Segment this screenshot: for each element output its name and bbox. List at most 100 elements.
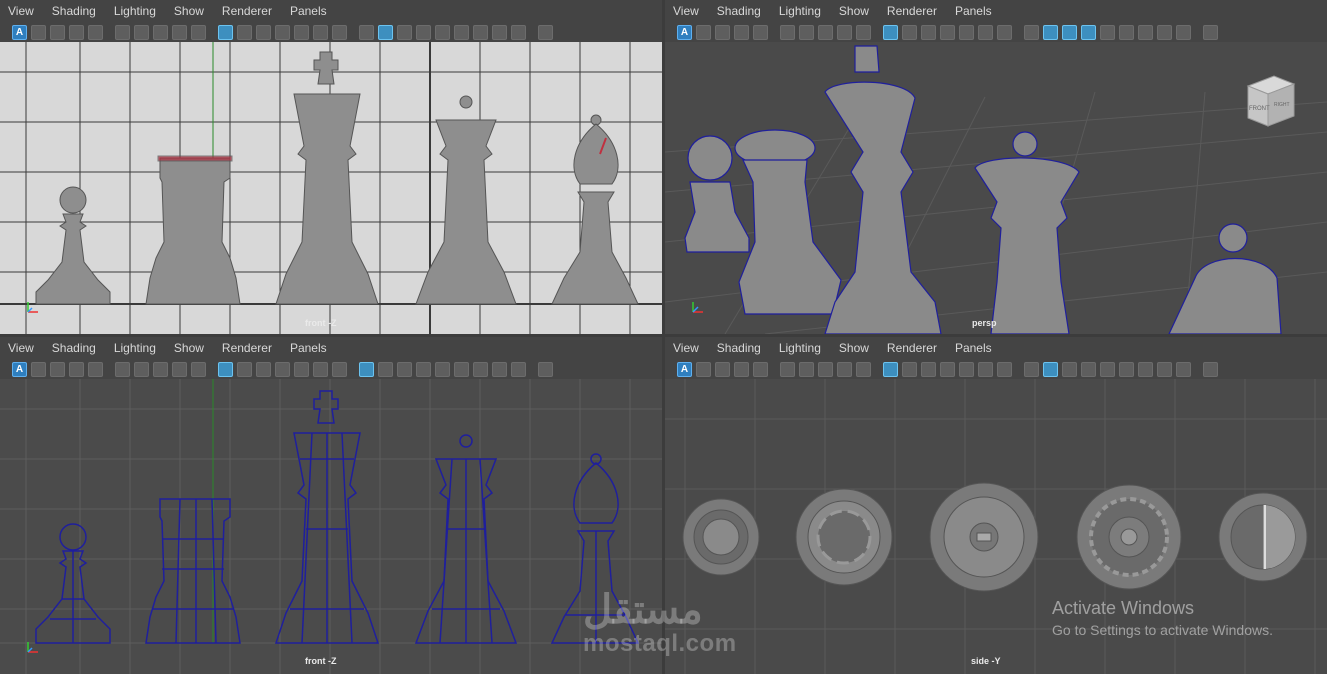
smooth-shade-icon[interactable] [1043,24,1058,40]
bookmark-icon[interactable] [715,24,730,40]
queen-piece[interactable] [414,434,518,644]
bookmark-add-icon[interactable] [818,24,833,40]
menu-view[interactable]: View [8,341,34,355]
safe-title-icon[interactable] [997,361,1012,377]
motion-blur-icon[interactable] [492,361,507,377]
safe-action-icon[interactable] [978,24,993,40]
lights-icon[interactable] [435,24,450,40]
smooth-shade-icon[interactable] [1043,361,1058,377]
shadows-icon[interactable] [454,361,469,377]
bookmark-icon[interactable] [50,24,65,40]
field-chart-icon[interactable] [959,361,974,377]
film-gate-icon[interactable] [902,361,917,377]
menu-show[interactable]: Show [174,4,204,18]
rook-piece[interactable] [734,129,842,315]
menu-panels[interactable]: Panels [955,4,992,18]
select-camera-icon[interactable]: A [12,361,27,377]
camera-attributes-icon[interactable] [696,24,711,40]
motion-blur-icon[interactable] [492,24,507,40]
snapshot-icon[interactable] [799,361,814,377]
safe-title-icon[interactable] [332,24,347,40]
field-chart-icon[interactable] [294,24,309,40]
2d-pan-zoom-icon[interactable] [753,361,768,377]
pawn-piece[interactable] [35,186,111,305]
grid-icon[interactable] [883,361,898,377]
bookmark-icon[interactable] [715,361,730,377]
bookmark-add-icon[interactable] [153,361,168,377]
wireframe-on-shaded-icon[interactable] [397,24,412,40]
xray-icon[interactable] [1081,361,1096,377]
wireframe-icon[interactable] [359,361,374,377]
grid-icon[interactable] [218,361,233,377]
safe-title-icon[interactable] [332,361,347,377]
pencil-icon[interactable] [856,24,871,40]
snapshot-icon[interactable] [134,24,149,40]
image-plane-icon[interactable] [734,361,749,377]
hud-icon[interactable] [1203,361,1218,377]
lights-icon[interactable] [1100,24,1115,40]
menu-panels[interactable]: Panels [290,341,327,355]
safe-action-icon[interactable] [313,24,328,40]
select-camera-icon[interactable]: A [12,24,27,40]
bookmark-add-icon[interactable] [818,361,833,377]
viewport-front-shaded[interactable]: View Shading Lighting Show Renderer Pane… [0,0,662,334]
menu-show[interactable]: Show [839,341,869,355]
camera-attributes-icon[interactable] [31,361,46,377]
xray-icon[interactable] [416,24,431,40]
menu-shading[interactable]: Shading [717,4,761,18]
select-camera-icon[interactable]: A [677,361,692,377]
film-gate-icon[interactable] [237,24,252,40]
menu-renderer[interactable]: Renderer [887,4,937,18]
field-chart-icon[interactable] [294,361,309,377]
menu-renderer[interactable]: Renderer [222,4,272,18]
image-plane-icon[interactable] [734,24,749,40]
pencil-icon[interactable] [191,24,206,40]
safe-title-icon[interactable] [997,24,1012,40]
bookmark-add-icon[interactable] [153,24,168,40]
wireframe-icon[interactable] [359,24,374,40]
menu-lighting[interactable]: Lighting [114,4,156,18]
image-plane-icon[interactable] [69,24,84,40]
menu-lighting[interactable]: Lighting [779,341,821,355]
grid-icon[interactable] [883,24,898,40]
image-plane-toggle-icon[interactable] [172,24,187,40]
gate-mask-icon[interactable] [275,361,290,377]
shadows-icon[interactable] [1119,24,1134,40]
viewport-canvas[interactable]: FRONT RIGHT persp [665,42,1327,334]
hud-icon[interactable] [538,361,553,377]
menu-lighting[interactable]: Lighting [114,341,156,355]
image-plane-toggle-icon[interactable] [837,24,852,40]
bishop-piece[interactable] [1168,223,1282,334]
pawn-top-view[interactable] [682,498,760,576]
gate-mask-icon[interactable] [275,24,290,40]
menu-view[interactable]: View [8,4,34,18]
film-gate-icon[interactable] [237,361,252,377]
menu-shading[interactable]: Shading [52,341,96,355]
safe-action-icon[interactable] [313,361,328,377]
2d-pan-zoom-icon[interactable] [88,361,103,377]
bishop-piece[interactable] [551,114,639,305]
motion-blur-icon[interactable] [1157,361,1172,377]
menu-panels[interactable]: Panels [290,4,327,18]
menu-view[interactable]: View [673,341,699,355]
camera-attributes-icon[interactable] [696,361,711,377]
menu-lighting[interactable]: Lighting [779,4,821,18]
viewport-front-wireframe[interactable]: View Shading Lighting Show Renderer Pane… [0,337,662,674]
image-plane-toggle-icon[interactable] [837,361,852,377]
grease-pencil-icon[interactable] [780,361,795,377]
pawn-piece[interactable] [35,523,111,644]
wireframe-icon[interactable] [1024,361,1039,377]
viewcube-icon[interactable]: FRONT RIGHT [1236,70,1300,134]
queen-piece[interactable] [974,131,1080,334]
field-chart-icon[interactable] [959,24,974,40]
menu-renderer[interactable]: Renderer [222,341,272,355]
grease-pencil-icon[interactable] [115,361,130,377]
ambient-occlusion-icon[interactable] [1138,361,1153,377]
bookmark-icon[interactable] [50,361,65,377]
motion-blur-icon[interactable] [1157,24,1172,40]
queen-top-view[interactable] [1076,484,1182,590]
menu-view[interactable]: View [673,4,699,18]
snapshot-icon[interactable] [134,361,149,377]
pencil-icon[interactable] [191,361,206,377]
wireframe-icon[interactable] [1024,24,1039,40]
